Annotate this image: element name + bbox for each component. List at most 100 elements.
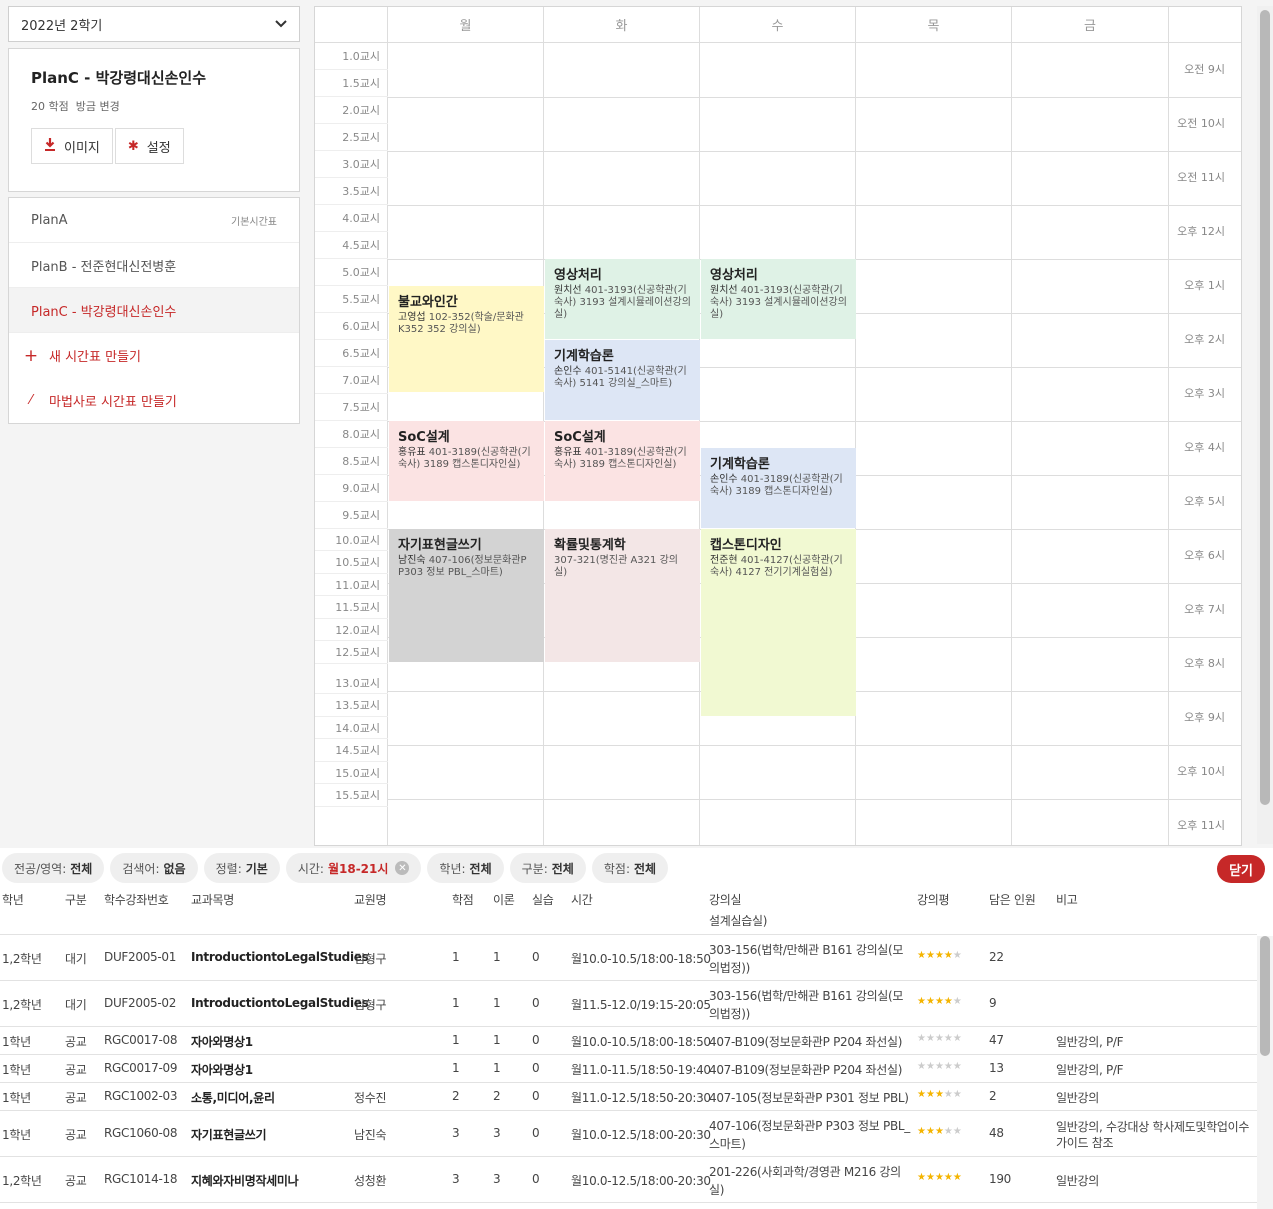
- column-header[interactable]: 강의실: [709, 891, 742, 908]
- plan-item-b[interactable]: PlanB - 전준현대신전병훈: [9, 243, 299, 288]
- period-label: 9.5교시: [315, 502, 388, 529]
- rating-stars: ★★★★★: [917, 1061, 962, 1072]
- plan-item-c[interactable]: PlanC - 박강령대신손인수: [9, 288, 299, 333]
- star-icon: ★: [917, 1089, 926, 1100]
- course-block[interactable]: 영상처리 원치선 401-3193(신공학관(기숙사) 3193 설계시뮬레이션…: [545, 259, 700, 339]
- course-prof: 원치선: [710, 285, 738, 296]
- period-label: 8.0교시: [315, 421, 388, 448]
- period-label: 1.0교시: [315, 43, 388, 70]
- column-header[interactable]: 담은 인원: [989, 891, 1036, 908]
- table-row[interactable]: 1학년 공교 RGC1002-03 소통,미디어,윤리 정수진 2 2 0 월11.0-12.5…: [0, 1083, 1257, 1111]
- cell-type: 공교: [65, 1063, 87, 1077]
- course-prof: 원치선: [554, 285, 582, 296]
- hour-label: 오후 6시: [1184, 549, 1225, 562]
- course-table: 설계실습실) 1,2학년 대기 DUF2005-01 IntroductiontoLe…: [0, 910, 1257, 1209]
- table-row[interactable]: 1,2학년 공교 RGC1014-18 지혜와자비명작세미나 성청환 3 3 0 월10.0-1…: [0, 1157, 1257, 1203]
- wizard-button[interactable]: ⁄ 마법사로 시간표 만들기: [9, 378, 299, 423]
- course-block[interactable]: 불교와인간 고영섭 102-352(학술/문화관 K352 352 강의실): [389, 286, 544, 392]
- cell-theory: 1: [493, 950, 501, 964]
- settings-button-label: 설정: [146, 140, 171, 156]
- filter-value: 전체: [551, 861, 574, 876]
- column-header[interactable]: 실습: [532, 891, 554, 908]
- column-header[interactable]: 이론: [493, 891, 515, 908]
- cell-theory: 1: [493, 996, 501, 1010]
- period-label: 10.0교시: [315, 529, 388, 551]
- table-row[interactable]: 1학년 공교 RGC1060-08 자기표현글쓰기 남진숙 3 3 0 월10.0-12.5/1…: [0, 1111, 1257, 1157]
- period-label: 9.0교시: [315, 475, 388, 502]
- column-header[interactable]: 교원명: [354, 891, 387, 908]
- image-button[interactable]: 이미지: [31, 128, 113, 164]
- course-name: 불교와인간: [398, 295, 458, 310]
- column-header[interactable]: 학점: [452, 891, 474, 908]
- course-block[interactable]: 기계학습론 손인수 401-5141(신공학관(기숙사) 5141 강의실_스마…: [545, 340, 700, 420]
- course-name: 캡스톤디자인: [710, 538, 782, 553]
- column-header[interactable]: 시간: [571, 891, 593, 908]
- table-row[interactable]: 1,2학년 대기 DUF2005-02 IntroductiontoLegalStud…: [0, 981, 1257, 1027]
- filter-keyword[interactable]: 검색어: 없음: [110, 853, 198, 883]
- course-room: 307-321(명진관 A321 강의실): [554, 555, 678, 578]
- course-block[interactable]: SoC설계 홍유표 401-3189(신공학관(기숙사) 3189 캡스톤디자인…: [389, 421, 544, 501]
- page-scrollbar-thumb[interactable]: [1260, 10, 1270, 805]
- page-scrollbar[interactable]: [1257, 6, 1273, 844]
- cell-prof: 남진숙: [354, 1128, 387, 1142]
- column-header[interactable]: 학년: [2, 891, 24, 908]
- course-block[interactable]: 확률및통계학 307-321(명진관 A321 강의실): [545, 529, 700, 662]
- cell-time: 월10.0-10.5/18:00-18:50: [571, 1035, 711, 1049]
- cell-code: RGC1060-08: [104, 1126, 178, 1140]
- cell-credit: 2: [452, 1089, 460, 1103]
- wizard-label: 마법사로 시간표 만들기: [49, 395, 177, 410]
- cell-room: 407-B109(정보문화관P P204 좌선실): [709, 1035, 903, 1049]
- hour-label: 오후 10시: [1177, 765, 1225, 778]
- filter-year[interactable]: 학년: 전체: [427, 853, 504, 883]
- course-block[interactable]: SoC설계 홍유표 401-3189(신공학관(기숙사) 3189 캡스톤디자인…: [545, 421, 700, 501]
- filter-major[interactable]: 전공/영역: 전체: [2, 853, 105, 883]
- table-row[interactable]: 1학년 공교 RGC0017-09 자아와명상1 1 1 0 월11.0-11.5/18:50…: [0, 1055, 1257, 1083]
- column-header[interactable]: 교과목명: [191, 891, 234, 908]
- table-row-partial[interactable]: 설계실습실): [0, 910, 1257, 935]
- filter-type[interactable]: 구분: 전체: [509, 853, 586, 883]
- hour-label: 오후 3시: [1184, 387, 1225, 400]
- filter-credit[interactable]: 학점: 전체: [591, 853, 669, 883]
- cell-year: 1,2학년: [2, 952, 42, 966]
- column-header[interactable]: 구분: [65, 891, 87, 908]
- period-label: 2.0교시: [315, 97, 388, 124]
- column-header[interactable]: 학수강좌번호: [104, 891, 169, 908]
- star-icon: ★: [934, 1172, 944, 1183]
- new-timetable-label: 새 시간표 만들기: [49, 350, 141, 365]
- hour-label: 오전 10시: [1177, 117, 1225, 130]
- close-button[interactable]: 닫기: [1217, 855, 1265, 883]
- plan-item-a[interactable]: PlanA 기본시간표: [9, 198, 299, 243]
- hour-label: 오전 11시: [1177, 171, 1225, 184]
- star-icon: ★: [952, 996, 962, 1007]
- grid-line: [388, 151, 1241, 152]
- period-label: 7.5교시: [315, 394, 388, 421]
- course-block[interactable]: 영상처리 원치선 401-3193(신공학관(기숙사) 3193 설계시뮬레이션…: [701, 259, 856, 339]
- table-scrollbar-thumb[interactable]: [1260, 936, 1270, 1056]
- table-scrollbar[interactable]: [1257, 936, 1273, 1209]
- course-name: 자기표현글쓰기: [398, 538, 482, 553]
- column-header[interactable]: 비고: [1056, 891, 1078, 908]
- settings-button[interactable]: ✱ 설정: [114, 128, 184, 164]
- rating-stars: ★★★★★: [917, 1089, 962, 1100]
- star-icon: ★: [917, 1033, 926, 1044]
- cell-code: DUF2005-02: [104, 996, 177, 1010]
- star-icon: ★: [917, 950, 926, 961]
- column-header[interactable]: 강의평: [917, 891, 950, 908]
- cell-count: 22: [989, 950, 1004, 964]
- table-row[interactable]: 1,2학년 대기 DUF2005-01 IntroductiontoLegalStud…: [0, 935, 1257, 981]
- semester-select[interactable]: 2022년 2학기: [8, 6, 300, 42]
- cell-year: 1학년: [2, 1091, 31, 1105]
- course-block[interactable]: 캡스톤디자인 전준현 401-4127(신공학관(기숙사) 4127 전기기계실…: [701, 529, 856, 716]
- star-icon: ★: [925, 950, 935, 961]
- day-header: 목: [856, 7, 1012, 43]
- filter-sort[interactable]: 정렬: 기본: [203, 853, 280, 883]
- cell-room: 설계실습실): [709, 914, 768, 928]
- star-icon: ★: [934, 1126, 944, 1137]
- course-block[interactable]: 기계학습론 손인수 401-3189(신공학관(기숙사) 3189 캡스톤디자인…: [701, 448, 856, 528]
- clear-filter-icon[interactable]: ✕: [395, 861, 410, 875]
- table-row[interactable]: 1학년 공교 RGC0017-08 자아와명상1 1 1 0 월10.0-10.5/18:00…: [0, 1027, 1257, 1055]
- new-timetable-button[interactable]: + 새 시간표 만들기: [9, 333, 299, 378]
- course-block[interactable]: 자기표현글쓰기 남진숙 407-106(정보문화관P P303 정보 PBL_스…: [389, 529, 544, 662]
- cell-name: 소통,미디어,윤리: [191, 1091, 275, 1105]
- filter-time[interactable]: 시간: 월18-21시 ✕: [285, 853, 422, 883]
